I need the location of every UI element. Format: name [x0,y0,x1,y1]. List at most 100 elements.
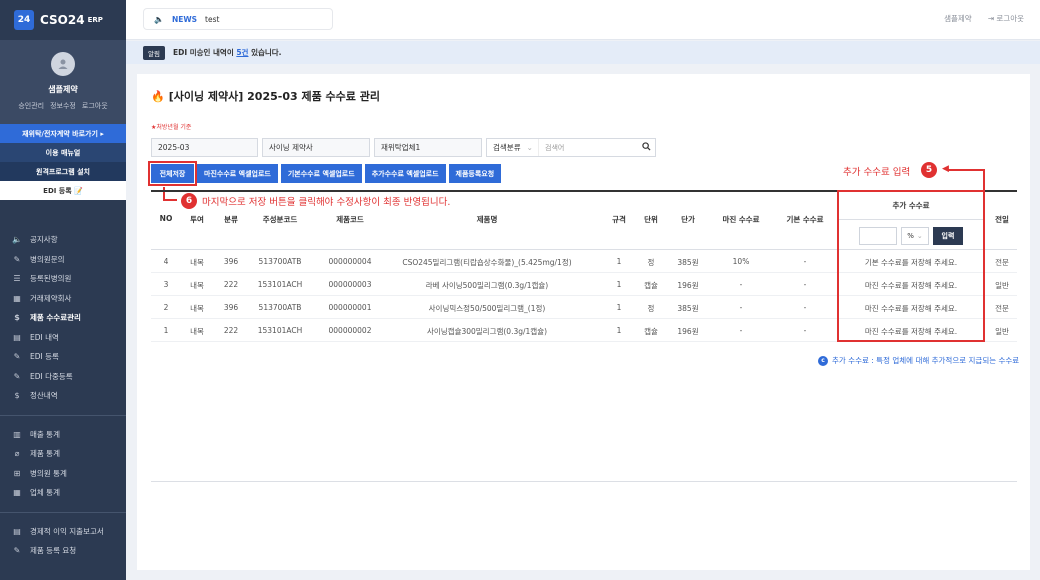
table-cell: 513700ATB [258,303,302,312]
menu-icon: ⌀ [14,449,20,459]
table-cell: 캡슐 [644,281,658,290]
col-category: 분류 [224,215,238,224]
sidebar-item[interactable]: ▦ 업체 통계 [0,483,126,503]
alert-badge: 알림 [143,45,165,60]
menu-icon: 🔈 [12,235,22,245]
speaker-icon: 🔈 [154,14,164,24]
annotation-five-label: 추가 수수료 입력 [843,167,911,178]
table-cell: 사이닝믹스정50/500밀리그램_(1정) [428,304,546,313]
table-cell: 385원 [677,258,699,267]
menu-divider [0,414,126,416]
table-cell: 내복 [190,258,204,267]
brand-logo[interactable]: 24 CSO24 ERP [0,0,126,40]
table-cell: 1 [616,280,622,289]
table-cell: 000000003 [328,280,372,289]
company-name: 샘플제약 [944,14,972,23]
sidebar-item-label: 매출 통계 [30,429,60,439]
company-field[interactable]: 사이닝 제약사 [262,138,370,157]
menu-divider [0,511,126,513]
menu-icon: ▦ [13,293,21,303]
table-cell: - [739,326,743,335]
news-ticker[interactable]: 🔈 NEWS test [143,8,333,30]
table-cell: 513700ATB [258,257,302,266]
vendor-field[interactable]: 재위탁업체1 [374,138,482,157]
sidebar-item[interactable]: ▤ 경제적 이익 지출보고서 [0,522,126,542]
profile-name: 샘플제약 [48,85,78,94]
search-type-select[interactable]: 검색분류 ⌄ [487,139,539,156]
menu-icon: $ [14,313,20,323]
main-panel: 🔥 [사이닝 제약사] 2025-03 제품 수수료 관리 ★처방년월 기준 2… [137,74,1030,570]
arrow-left-icon: ◀ [942,164,949,174]
legend-text: 추가 수수료 : 특정 업체에 대해 추가적으로 지급되는 수수료 [832,356,1020,365]
logout-button[interactable]: ⇥ 로그아웃 [988,13,1024,24]
margin-fee-excel-upload-button[interactable]: 마진수수료 엑셀업로드 [197,164,278,183]
contract-shortcut-button[interactable]: 재위탁/전자계약 바로가기 ▸ [0,124,126,143]
sidebar-item[interactable]: 🔈 공지사항 [0,230,126,250]
menu-icon: ☰ [13,274,21,284]
sidebar-item-label: 제품 등록 요청 [30,546,77,556]
sidebar-item[interactable]: ☰ 등록된병의원 [0,269,126,289]
user-icon [58,59,68,69]
table-cell: 1 [616,326,622,335]
table-cell: 000000004 [328,257,372,266]
sidebar-item[interactable]: ✎ EDI 다중등록 [0,367,126,387]
news-tag: NEWS [171,14,198,24]
sidebar-item-label: 병의원문의 [30,254,65,264]
sidebar-item-label: EDI 내역 [30,332,59,342]
col-product-name: 제품명 [476,215,498,224]
fire-icon: 🔥 [151,89,165,103]
table-cell: - [803,303,807,312]
annotation-connector [948,169,984,171]
table-cell: 000000002 [328,326,372,335]
sidebar-item[interactable]: ⊞ 병의원 통계 [0,464,126,484]
table-cell: - [803,280,807,289]
alert-text: EDI 미승인 내역이 5건 있습니다. [172,48,282,57]
logout-link[interactable]: 로그아웃 [82,101,108,111]
sidebar-item[interactable]: ✎ 제품 등록 요청 [0,541,126,561]
base-fee-excel-upload-button[interactable]: 기본수수료 엑셀업로드 [280,164,362,183]
col-margin-fee: 마진 수수료 [722,215,760,224]
manual-button[interactable]: 이용 매뉴얼 [0,143,126,162]
profile-panel: 샘플제약 승인관리 정보수정 로그아웃 [0,40,126,124]
menu-icon: ✎ [13,546,21,556]
table-cell: 내복 [190,281,204,290]
product-register-request-button[interactable]: 제품등록요청 [448,164,502,183]
table-cell: 153101ACH [257,326,303,335]
table-cell: 196원 [677,327,699,336]
search-icon[interactable] [637,141,655,154]
extra-fee-excel-upload-button[interactable]: 추가수수료 엑셀업로드 [364,164,446,183]
sidebar: 24 CSO24 ERP 샘플제약 승인관리 정보수정 로그아웃 재위탁/전자계… [0,0,126,580]
sidebar-item[interactable]: ▦ 거래제약회사 [0,289,126,309]
table-cell: - [739,303,743,312]
table-cell: 1 [616,303,622,312]
table-cell: 내복 [190,304,204,313]
sidebar-item-label: 거래제약회사 [30,293,72,303]
sidebar-item[interactable]: ✎ EDI 등록 [0,347,126,367]
alert-link[interactable]: 5건 [236,48,248,57]
sidebar-item[interactable]: ✎ 병의원문의 [0,250,126,270]
sidebar-item[interactable]: ▤ EDI 내역 [0,328,126,348]
sidebar-item[interactable]: $ 정산내역 [0,386,126,406]
approval-link[interactable]: 승인관리 [18,101,44,111]
brand-sub: ERP [87,16,103,24]
table-cell: 396 [223,303,239,312]
sidebar-item-label: EDI 다중등록 [30,371,73,381]
sidebar-item[interactable]: $ 제품 수수료관리 [0,308,126,328]
menu-icon: ✎ [13,254,21,264]
table-cell: 222 [223,326,239,335]
sidebar-item-label: 업체 통계 [30,488,60,498]
action-buttons: 전체저장 마진수수료 엑셀업로드 기본수수료 엑셀업로드 추가수수료 엑셀업로드… [148,161,502,186]
table-cell: 000000001 [328,303,372,312]
month-field[interactable]: 2025-03 [151,138,258,157]
sidebar-item[interactable]: ⌀ 제품 통계 [0,444,126,464]
search-input[interactable]: 검색어 [539,143,637,153]
col-ingredient-code: 주성분코드 [262,215,298,224]
save-all-button[interactable]: 전체저장 [148,161,197,186]
edi-register-button[interactable]: EDI 등록 📝 [0,181,126,200]
edit-info-link[interactable]: 정보수정 [50,101,76,111]
annotation-connector [983,169,985,191]
sidebar-item[interactable]: ▥ 매출 통계 [0,425,126,445]
table-cell: - [739,280,743,289]
remote-install-button[interactable]: 원격프로그램 설치 [0,162,126,181]
news-text: test [205,14,220,24]
